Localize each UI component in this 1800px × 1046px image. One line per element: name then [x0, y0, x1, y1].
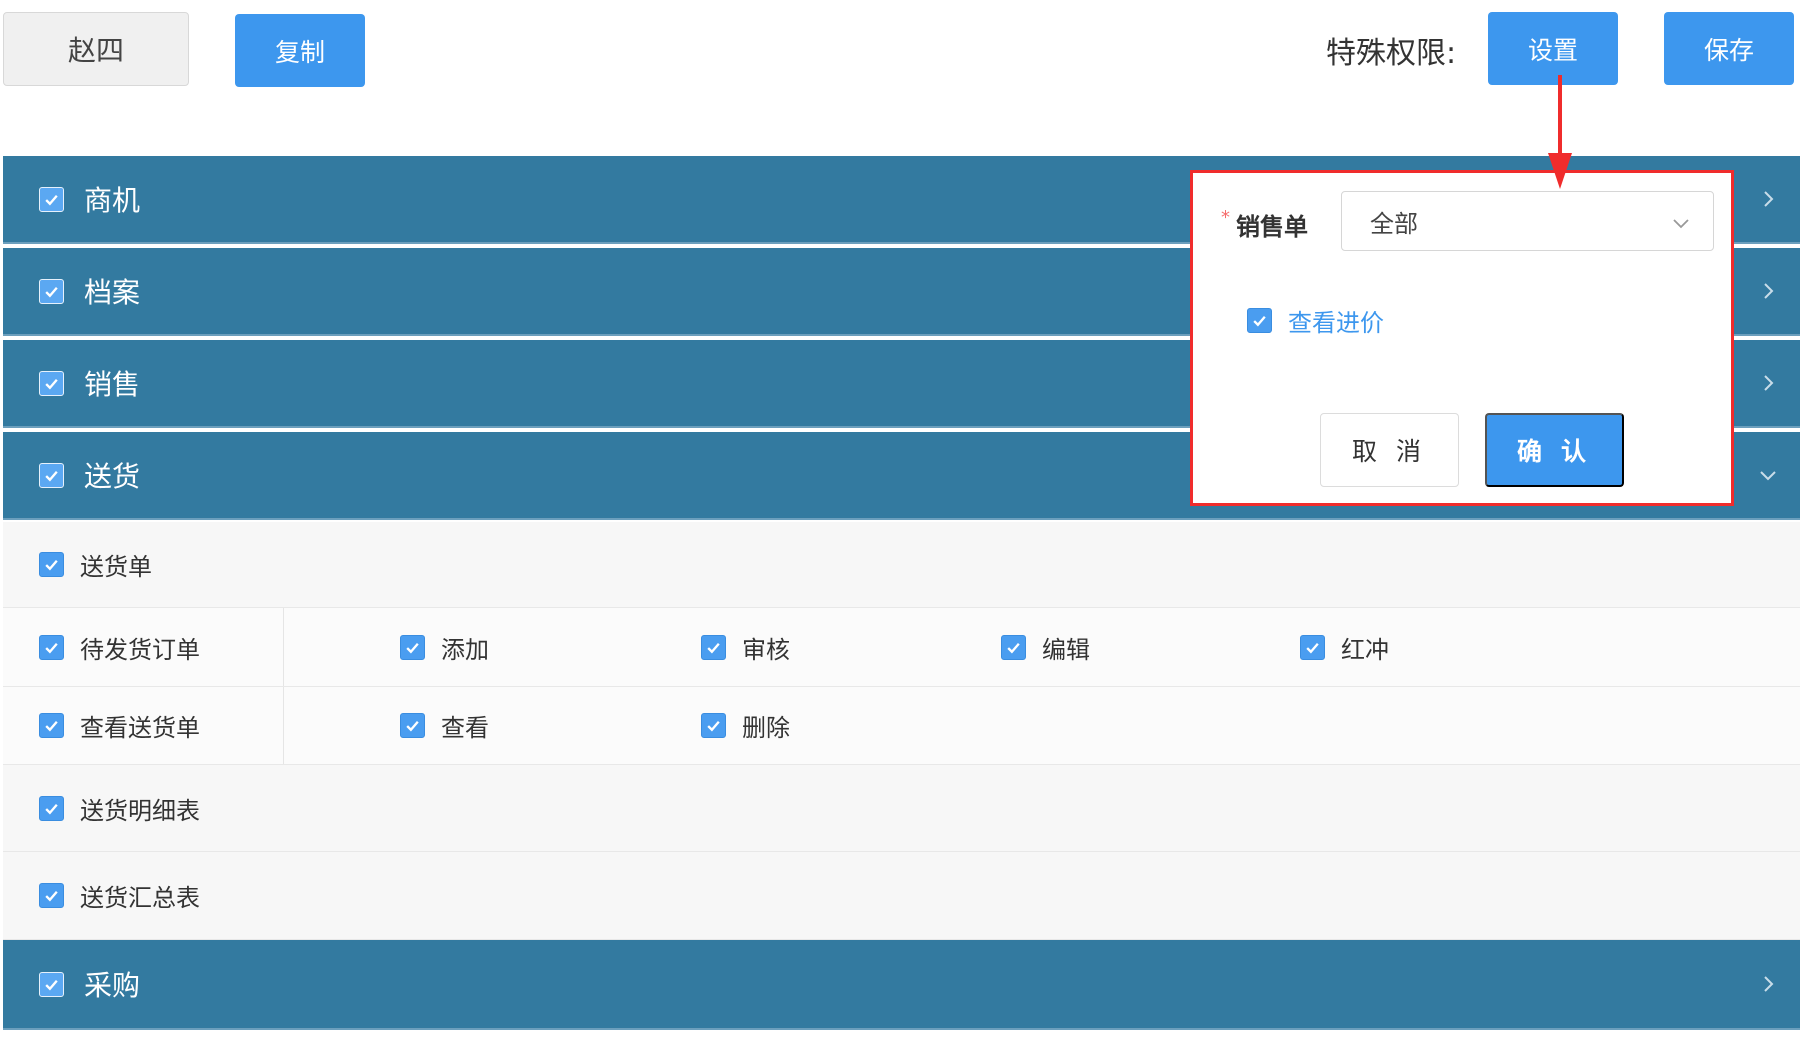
category-checkbox[interactable] [39, 370, 64, 396]
permission-checkbox[interactable] [400, 713, 425, 738]
sub-item-summary-report[interactable]: 送货汇总表 [3, 852, 1800, 940]
permission-checkbox[interactable] [1300, 634, 1325, 660]
check-icon [406, 721, 419, 732]
sales-order-select[interactable]: 全部 [1341, 191, 1714, 251]
chevron-right-icon[interactable] [1758, 373, 1778, 393]
check-icon [45, 378, 58, 389]
view-purchase-price-checkbox[interactable] [1247, 308, 1272, 333]
chevron-right-icon[interactable] [1758, 281, 1778, 301]
special-permissions-label: 特殊权限: [1326, 36, 1457, 71]
check-icon [45, 891, 58, 902]
category-label: 送货 [84, 460, 141, 493]
chevron-right-icon[interactable] [1758, 974, 1778, 994]
check-icon [45, 470, 58, 481]
row-label: 查看送货单 [80, 714, 200, 742]
sub-item-label: 送货明细表 [80, 796, 200, 825]
check-icon [45, 286, 58, 297]
check-icon [1306, 642, 1319, 653]
check-icon [707, 642, 720, 653]
check-icon [707, 721, 720, 732]
sub-item-checkbox[interactable] [39, 795, 64, 821]
sub-item-label: 送货汇总表 [80, 884, 200, 912]
chevron-down-icon [1673, 219, 1689, 229]
permission-item[interactable]: 查看 [400, 687, 489, 764]
category-label: 采购 [84, 969, 141, 1002]
chevron-down-icon[interactable] [1758, 465, 1778, 485]
category-checkbox[interactable] [39, 186, 64, 212]
permission-item[interactable]: 编辑 [1001, 608, 1090, 686]
required-marker: * [1221, 207, 1230, 228]
check-icon [45, 560, 58, 571]
check-icon [45, 194, 58, 205]
view-purchase-price-label: 查看进价 [1288, 309, 1384, 337]
category-checkbox[interactable] [39, 971, 64, 997]
category-checkbox[interactable] [39, 278, 64, 304]
row-checkbox[interactable] [39, 634, 64, 660]
permission-label: 删除 [742, 714, 790, 742]
permission-checkbox[interactable] [701, 634, 726, 660]
check-icon [45, 979, 58, 990]
check-icon [45, 642, 58, 653]
check-icon [45, 721, 58, 732]
check-icon [45, 803, 58, 814]
view-purchase-price-option[interactable]: 查看进价 [1247, 303, 1384, 338]
category-checkbox[interactable] [39, 462, 64, 488]
cancel-button[interactable]: 取 消 [1320, 413, 1459, 487]
check-icon [1253, 316, 1266, 327]
permission-checkbox[interactable] [400, 634, 425, 660]
select-value: 全部 [1370, 209, 1418, 238]
check-icon [406, 642, 419, 653]
category-label: 商机 [84, 184, 141, 217]
permission-label: 查看 [441, 714, 489, 742]
permission-label: 编辑 [1042, 635, 1090, 664]
permission-item[interactable]: 审核 [701, 608, 790, 686]
field-label-text: 销售单 [1236, 213, 1308, 241]
permission-label: 红冲 [1341, 635, 1389, 664]
sub-item-delivery-order[interactable]: 送货单 [3, 522, 1800, 608]
special-permission-popover: * 销售单 全部 查看进价 取 消 确 认 [1190, 170, 1734, 506]
permission-checkbox[interactable] [1001, 634, 1026, 660]
sub-item-checkbox[interactable] [39, 883, 64, 908]
category-bar-purchase[interactable]: 采购 [3, 940, 1800, 1030]
permission-row-pending-orders: 待发货订单 添加 审核 编辑 红冲 [3, 608, 1800, 687]
category-label: 档案 [84, 276, 141, 309]
permission-label: 审核 [742, 635, 790, 664]
copy-button[interactable]: 复制 [235, 14, 365, 87]
permission-checkbox[interactable] [701, 713, 726, 738]
permission-row-view-orders: 查看送货单 查看 删除 [3, 687, 1800, 765]
row-checkbox[interactable] [39, 713, 64, 738]
sub-item-detail-report[interactable]: 送货明细表 [3, 765, 1800, 852]
sub-item-checkbox[interactable] [39, 552, 64, 577]
sub-item-label: 送货单 [80, 553, 152, 581]
permission-label: 添加 [441, 635, 489, 664]
user-name-box[interactable]: 赵四 [3, 12, 189, 86]
save-button[interactable]: 保存 [1664, 12, 1794, 85]
red-arrow-annotation [1548, 75, 1572, 189]
row-label: 待发货订单 [80, 635, 200, 664]
category-label: 销售 [84, 368, 141, 401]
confirm-button[interactable]: 确 认 [1485, 413, 1624, 487]
permissions-page: 赵四 复制 特殊权限: 设置 保存 商机 档案 销售 送货 送货单 待发货订单 … [0, 0, 1800, 1046]
sales-order-field-label: * 销售单 [1221, 207, 1308, 242]
permission-item[interactable]: 删除 [701, 687, 790, 764]
permission-item[interactable]: 添加 [400, 608, 489, 686]
check-icon [1007, 642, 1020, 653]
chevron-right-icon[interactable] [1758, 189, 1778, 209]
permission-item[interactable]: 红冲 [1300, 608, 1389, 686]
